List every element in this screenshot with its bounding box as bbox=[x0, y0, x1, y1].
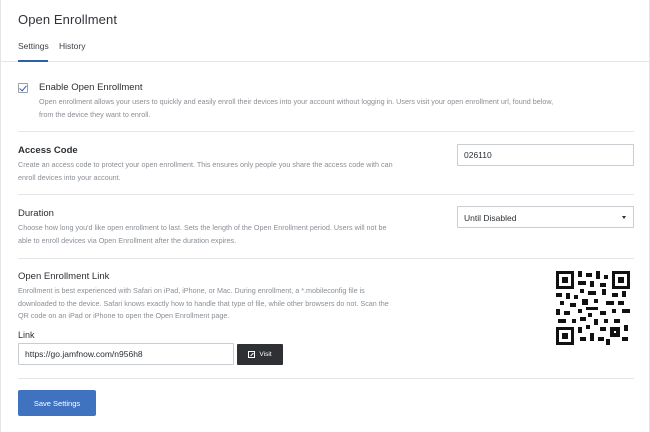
duration-selected-value: Until Disabled bbox=[464, 213, 517, 223]
link-description-3: QR code on an iPad or iPhone to open the… bbox=[18, 311, 230, 320]
divider bbox=[18, 194, 634, 195]
external-link-icon bbox=[248, 351, 256, 358]
enable-open-enrollment-checkbox[interactable] bbox=[18, 83, 28, 93]
divider bbox=[18, 258, 634, 259]
duration-description-1: Choose how long you'd like open enrollme… bbox=[18, 223, 387, 232]
qr-code-icon bbox=[556, 271, 630, 345]
page-title: Open Enrollment bbox=[18, 12, 118, 27]
visit-label: Visit bbox=[259, 351, 272, 358]
access-code-description-1: Create an access code to protect your op… bbox=[18, 160, 393, 169]
link-description-1: Enrollment is best experienced with Safa… bbox=[18, 286, 365, 295]
link-section-label: Open Enrollment Link bbox=[18, 271, 110, 282]
enrollment-panel: Open Enrollment Settings History Enable … bbox=[0, 0, 650, 432]
access-code-section: Access Code Create an access code to pro… bbox=[18, 145, 448, 184]
enrollment-link-input[interactable] bbox=[18, 343, 234, 365]
access-code-input[interactable] bbox=[457, 144, 634, 166]
visit-button[interactable]: Visit bbox=[237, 344, 283, 365]
duration-description-2: able to enroll devices via Open Enrollme… bbox=[18, 235, 237, 245]
caret-down-icon bbox=[622, 216, 626, 219]
duration-section: Duration Choose how long you'd like open… bbox=[18, 208, 448, 247]
enable-description-2: from the device they want to enroll. bbox=[39, 109, 151, 119]
access-code-description-2: enroll devices into your account. bbox=[18, 172, 121, 182]
duration-label: Duration bbox=[18, 208, 54, 219]
tab-settings[interactable]: Settings bbox=[18, 41, 49, 62]
divider bbox=[18, 131, 634, 132]
tab-history[interactable]: History bbox=[59, 41, 85, 60]
tab-bar: Settings History bbox=[1, 38, 650, 62]
save-settings-button[interactable]: Save Settings bbox=[18, 390, 96, 416]
link-description-2: downloaded to the device. Safari knows e… bbox=[18, 298, 389, 308]
duration-select[interactable]: Until Disabled bbox=[457, 206, 634, 228]
divider bbox=[18, 378, 634, 379]
enable-description-1: Open enrollment allows your users to qui… bbox=[39, 97, 554, 106]
enable-section: Enable Open Enrollment Open enrollment a… bbox=[39, 82, 639, 121]
access-code-label: Access Code bbox=[18, 145, 78, 156]
enable-label: Enable Open Enrollment bbox=[39, 82, 143, 93]
link-section: Open Enrollment Link Enrollment is best … bbox=[18, 271, 448, 323]
link-label: Link bbox=[18, 330, 35, 340]
checkmark-icon bbox=[19, 83, 27, 92]
